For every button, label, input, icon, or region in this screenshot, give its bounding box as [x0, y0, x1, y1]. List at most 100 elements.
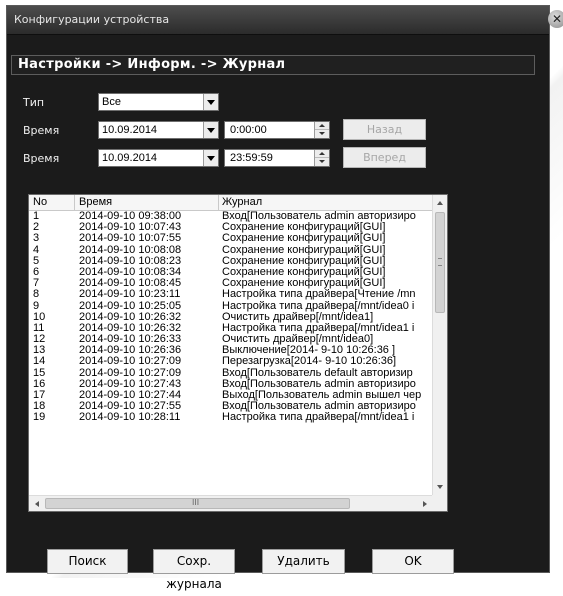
row-entry: Сохранение конфигураций[GUI] [222, 266, 386, 278]
column-divider[interactable] [74, 195, 75, 210]
row-time: 2014-09-10 10:08:45 [79, 278, 182, 290]
row-number: 18 [33, 401, 46, 413]
column-divider[interactable] [218, 195, 219, 210]
row-entry: Вход[Пользователь default авторизир [222, 367, 413, 379]
table-header: No Время Журнал [29, 195, 432, 211]
row-number: 8 [33, 289, 40, 301]
spin-up-icon[interactable] [315, 150, 329, 158]
table-row[interactable]: 15 2014-09-10 10:27:09 Вход[Пользователь d… [29, 368, 432, 379]
table-row[interactable]: 16 2014-09-10 10:27:43 Вход[Пользователь a… [29, 379, 432, 390]
vertical-scrollbar[interactable] [432, 195, 447, 495]
column-header-no[interactable]: No [33, 196, 47, 208]
table-row[interactable]: 13 2014-09-10 10:26:36 Выключение[2014- 9-… [29, 345, 432, 356]
table-row[interactable]: 8 2014-09-10 10:23:11 Настройка типа драйв… [29, 289, 432, 300]
row-time: 2014-09-10 10:27:44 [79, 390, 182, 401]
row-number: 13 [33, 345, 46, 357]
row-entry: Очистить драйвер[/mnt/idea1] [222, 311, 374, 323]
table-row[interactable]: 1 2014-09-10 09:38:00 Вход[Пользователь ad… [29, 211, 432, 222]
table-row[interactable]: 2 2014-09-10 10:07:43 Сохранение конфигура… [29, 222, 432, 233]
scroll-right-icon[interactable] [417, 496, 432, 511]
ok-button[interactable]: OK [372, 549, 454, 574]
row-number: 16 [33, 378, 46, 390]
row-number: 3 [33, 233, 40, 245]
row-time: 2014-09-10 10:27:43 [79, 378, 182, 390]
row-number: 19 [33, 412, 46, 424]
scroll-up-icon[interactable] [433, 195, 447, 210]
chevron-down-icon[interactable] [203, 150, 218, 166]
row-entry: Настройка типа драйвера[/mnt/idea1 i [222, 412, 415, 424]
end-time-spinner[interactable]: 23:59:59 [224, 149, 330, 167]
type-select[interactable]: Все [98, 93, 219, 111]
table-row[interactable]: 14 2014-09-10 10:27:09 Перезагрузка[2014- … [29, 356, 432, 367]
row-entry: Настройка типа драйвера[/mnt/idea1 i [222, 322, 415, 334]
end-date-select[interactable]: 10.09.2014 [98, 149, 219, 167]
table-row[interactable]: 3 2014-09-10 10:07:55 Сохранение конфигура… [29, 233, 432, 244]
column-header-time[interactable]: Время [79, 196, 112, 208]
table-row[interactable]: 4 2014-09-10 10:08:08 Сохранение конфигура… [29, 245, 432, 256]
delete-button[interactable]: Удалить [262, 549, 345, 574]
end-time-value: 23:59:59 [230, 152, 273, 164]
spinner-buttons [314, 150, 329, 166]
row-entry: Настройка типа драйвера[Чтение /mn [222, 289, 416, 301]
back-button[interactable]: Назад [343, 119, 426, 140]
row-entry: Выход[Пользователь admin вышел чер [222, 390, 422, 401]
table-row[interactable]: 12 2014-09-10 10:26:33 Очистить драйвер[/m… [29, 334, 432, 345]
save-log-button[interactable]: Сохр. журнала [153, 549, 235, 591]
end-date-value: 10.09.2014 [102, 152, 158, 164]
scroll-grip: III [192, 498, 200, 507]
row-number: 17 [33, 390, 46, 401]
close-icon[interactable]: ✕ [548, 10, 563, 28]
column-header-log[interactable]: Журнал [222, 196, 262, 208]
row-number: 14 [33, 356, 46, 368]
row-entry: Сохранение конфигураций[GUI] [222, 278, 386, 290]
row-number: 11 [33, 322, 45, 334]
horizontal-scrollbar[interactable]: III [29, 495, 432, 511]
end-time-label: Время [23, 152, 60, 165]
scroll-thumb[interactable] [435, 212, 445, 313]
row-time: 2014-09-10 10:08:08 [79, 244, 182, 256]
log-table[interactable]: No Время Журнал 1 2014-09-10 09:38:00 Вход… [28, 194, 448, 512]
spin-down-icon[interactable] [315, 130, 329, 138]
start-time-value: 0:00:00 [230, 124, 267, 136]
scroll-left-icon[interactable] [29, 496, 44, 511]
row-time: 2014-09-10 10:08:23 [79, 255, 182, 267]
row-entry: Сохранение конфигураций[GUI] [222, 233, 386, 245]
table-row[interactable]: 18 2014-09-10 10:27:55 Вход[Пользователь a… [29, 401, 432, 412]
spin-down-icon[interactable] [315, 158, 329, 166]
table-row[interactable]: 10 2014-09-10 10:26:32 Очистить драйвер[/m… [29, 312, 432, 323]
config-dialog: Конфигурации устройства Настройки -> Инф… [6, 5, 550, 591]
row-entry: Выключение[2014- 9-10 10:26:36 ] [222, 345, 396, 357]
row-entry: Вход[Пользователь admin авторизиро [222, 378, 416, 390]
row-entry: Вход[Пользователь admin авторизиро [222, 401, 416, 413]
row-number: 9 [33, 300, 40, 312]
row-entry: Очистить драйвер[/mnt/idea0] [222, 334, 374, 346]
chevron-down-icon[interactable] [203, 122, 218, 138]
table-row[interactable]: 19 2014-09-10 10:28:11 Настройка типа драй… [29, 412, 432, 423]
table-row[interactable]: 9 2014-09-10 10:25:05 Настройка типа драйв… [29, 301, 432, 312]
row-time: 2014-09-10 10:07:43 [79, 222, 182, 234]
row-time: 2014-09-10 09:38:00 [79, 211, 182, 222]
row-time: 2014-09-10 10:26:32 [79, 311, 182, 323]
row-time: 2014-09-10 10:27:55 [79, 401, 182, 413]
search-button[interactable]: Поиск [47, 549, 128, 574]
start-time-spinner[interactable]: 0:00:00 [224, 121, 330, 139]
table-row[interactable]: 11 2014-09-10 10:26:32 Настройка типа драй… [29, 323, 432, 334]
table-row[interactable]: 17 2014-09-10 10:27:44 Выход[Пользователь … [29, 390, 432, 401]
scroll-down-icon[interactable] [433, 480, 447, 495]
row-entry: Настройка типа драйвера[/mnt/idea0 i [222, 300, 415, 312]
row-number: 15 [33, 367, 46, 379]
row-time: 2014-09-10 10:26:36 [79, 345, 182, 357]
scroll-corner [432, 495, 447, 511]
start-date-value: 10.09.2014 [102, 124, 158, 136]
type-label: Тип [23, 96, 45, 109]
table-row[interactable]: 7 2014-09-10 10:08:45 Сохранение конфигура… [29, 278, 432, 289]
table-row[interactable]: 5 2014-09-10 10:08:23 Сохранение конфигура… [29, 256, 432, 267]
start-date-select[interactable]: 10.09.2014 [98, 121, 219, 139]
forward-button[interactable]: Вперед [343, 147, 426, 168]
chevron-down-icon[interactable] [203, 94, 218, 110]
row-entry: Сохранение конфигураций[GUI] [222, 222, 386, 234]
table-row[interactable]: 6 2014-09-10 10:08:34 Сохранение конфигура… [29, 267, 432, 278]
title-bar[interactable]: Конфигурации устройства [7, 6, 549, 35]
row-entry: Сохранение конфигураций[GUI] [222, 244, 386, 256]
spin-up-icon[interactable] [315, 122, 329, 130]
